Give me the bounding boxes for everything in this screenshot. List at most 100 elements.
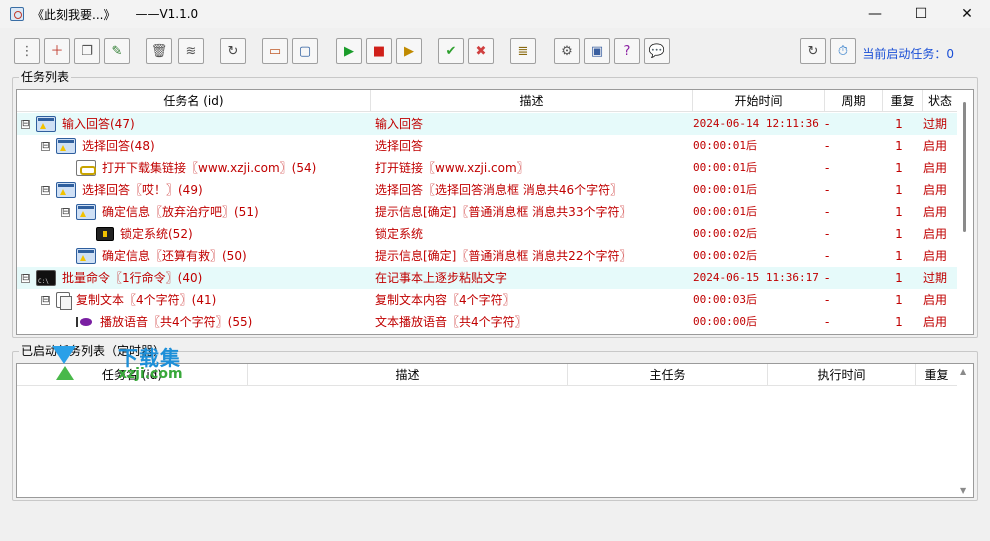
task-list-scroll-thumb[interactable] bbox=[963, 102, 966, 232]
task-row[interactable]: ⊟ 确定信息〖放弃治疗吧〗(51) 提示信息[确定]〖普通消息框 消息共33个字符〗… bbox=[17, 201, 958, 223]
window-small-icon: ▭ bbox=[268, 43, 282, 59]
link-task-icon bbox=[76, 160, 96, 176]
window-version: ——V1.1.0 bbox=[135, 7, 199, 21]
task-row[interactable]: 锁定系统(52) 锁定系统 00:00:02后 - 1 启用 bbox=[17, 223, 958, 245]
active-task-label: 当前启动任务： bbox=[862, 47, 947, 61]
task-cycle: - bbox=[825, 139, 830, 153]
win-task-icon bbox=[36, 116, 56, 132]
started-column-header[interactable]: 主任务 bbox=[568, 364, 768, 386]
task-name: 锁定系统(52) bbox=[120, 227, 193, 241]
task-start-time: 00:00:01后 bbox=[693, 161, 757, 174]
refresh-icon: ↻ bbox=[227, 43, 239, 59]
reload-icon: ↻ bbox=[807, 43, 819, 59]
task-repeat: 1 bbox=[895, 315, 903, 329]
task-row[interactable]: ⊟ 输入回答(47) 输入回答 2024-06-14 12:11:36- 1 过期 bbox=[17, 113, 958, 135]
task-repeat: 1 bbox=[895, 249, 903, 263]
started-column-header[interactable]: 执行时间 bbox=[768, 364, 916, 386]
task-cycle: - bbox=[825, 161, 830, 175]
task-start-time: 2024-06-15 11:36:17 bbox=[693, 271, 819, 284]
task-status: 启用 bbox=[923, 139, 948, 153]
task-status: 启用 bbox=[923, 183, 948, 197]
reload-button[interactable]: ↻ bbox=[800, 38, 826, 64]
task-row[interactable]: ⊟ 选择回答(48) 选择回答 00:00:01后 - 1 启用 bbox=[17, 135, 958, 157]
new-task-button[interactable]: ⋮ bbox=[14, 38, 40, 64]
started-column-header[interactable]: 重复 bbox=[916, 364, 958, 386]
watermark-logo: 下载集 xzji.com bbox=[52, 342, 192, 386]
tree-expander-icon[interactable]: ⊟ bbox=[21, 119, 30, 129]
copy-task-icon: ❐ bbox=[81, 43, 93, 59]
disable-button[interactable]: ✖ bbox=[468, 38, 494, 64]
run-icon: ▶ bbox=[344, 43, 354, 59]
task-column-header[interactable]: 描述 bbox=[371, 90, 693, 112]
task-start-time: 00:00:02后 bbox=[693, 249, 757, 262]
window-small-button[interactable]: ▭ bbox=[262, 38, 288, 64]
task-column-header[interactable]: 开始时间 bbox=[693, 90, 825, 112]
copy-task-button[interactable]: ❐ bbox=[74, 38, 100, 64]
window-large-button[interactable]: ▢ bbox=[292, 38, 318, 64]
log-icon: ≣ bbox=[517, 43, 529, 59]
watermark-icon bbox=[52, 346, 78, 380]
maximize-button[interactable]: ☐ bbox=[898, 0, 944, 28]
copy-task-icon bbox=[56, 292, 72, 310]
chat-button[interactable]: 💬 bbox=[644, 38, 670, 64]
tree-expander-icon[interactable]: ⊟ bbox=[41, 185, 50, 195]
task-cycle: - bbox=[825, 249, 830, 263]
tree-expander-icon[interactable]: ⊟ bbox=[41, 141, 50, 151]
task-cycle: - bbox=[825, 183, 830, 197]
task-description: 在记事本上逐步粘贴文字 bbox=[375, 271, 508, 285]
run-button[interactable]: ▶ bbox=[336, 38, 362, 64]
scroll-up-icon[interactable]: ▲ bbox=[960, 367, 966, 376]
task-row[interactable]: ⊟ 批量命令〖1行命令〗(40) 在记事本上逐步粘贴文字 2024-06-15 11:… bbox=[17, 267, 958, 289]
task-status: 启用 bbox=[923, 161, 948, 175]
started-column-header[interactable]: 描述 bbox=[248, 364, 568, 386]
about-button[interactable]: ▣ bbox=[584, 38, 610, 64]
task-name: 选择回答(48) bbox=[82, 139, 155, 153]
timer-button[interactable]: ⏱ bbox=[830, 38, 856, 64]
task-status: 过期 bbox=[923, 271, 948, 285]
stop-button[interactable]: ■ bbox=[366, 38, 392, 64]
delete-button[interactable]: 🗑 bbox=[146, 38, 172, 64]
task-name-cell: 打开下载集链接〖www.xzji.com〗(54) bbox=[17, 157, 371, 179]
task-row[interactable]: 打开下载集链接〖www.xzji.com〗(54) 打开链接〖www.xzji.c… bbox=[17, 157, 958, 179]
task-list-title: 任务列表 bbox=[19, 70, 72, 84]
close-button[interactable]: ✕ bbox=[944, 0, 990, 28]
task-start-time: 2024-06-14 12:11:36 bbox=[693, 117, 819, 130]
app-icon bbox=[10, 7, 24, 21]
task-column-header[interactable]: 重复 bbox=[883, 90, 923, 112]
task-description: 复制文本内容〖4个字符〗 bbox=[375, 293, 515, 307]
add-task-button[interactable]: ＋ bbox=[44, 38, 70, 64]
edit-task-icon: ✎ bbox=[111, 43, 123, 59]
tree-expander-icon[interactable]: ⊟ bbox=[41, 295, 50, 305]
task-start-time: 00:00:01后 bbox=[693, 139, 757, 152]
task-repeat: 1 bbox=[895, 293, 903, 307]
disable-icon: ✖ bbox=[475, 43, 487, 59]
task-cycle: - bbox=[825, 205, 830, 219]
tree-expander-icon[interactable]: ⊟ bbox=[21, 273, 30, 283]
scroll-down-icon[interactable]: ▼ bbox=[960, 486, 966, 495]
log-button[interactable]: ≣ bbox=[510, 38, 536, 64]
win-task-icon bbox=[56, 182, 76, 198]
task-column-header[interactable]: 状态 bbox=[923, 90, 958, 112]
tree-expander-icon[interactable]: ⊟ bbox=[61, 207, 70, 217]
help-button[interactable]: ? bbox=[614, 38, 640, 64]
refresh-button[interactable]: ↻ bbox=[220, 38, 246, 64]
task-row[interactable]: ⊟ 选择回答〖哎！〗(49) 选择回答〖选择回答消息框 消息共46个字符〗 00:00… bbox=[17, 179, 958, 201]
edit-task-button[interactable]: ✎ bbox=[104, 38, 130, 64]
clear-button[interactable]: ≋ bbox=[178, 38, 204, 64]
started-list-scrollbar[interactable]: ▲ ▼ bbox=[957, 364, 973, 497]
task-row[interactable]: 播放语音〖共4个字符〗(55) 文本播放语音〖共4个字符〗 00:00:00后 - 1 启… bbox=[17, 311, 958, 333]
task-list-table[interactable]: 任务名 (id) 描述 开始时间 周期 重复 状态 ⊟ 输入回答(47) 输入回答 2024-0… bbox=[16, 89, 974, 335]
task-row[interactable]: ⊟ 复制文本〖4个字符〗(41) 复制文本内容〖4个字符〗 00:00:03后 - 1 启用 bbox=[17, 289, 958, 311]
watermark-url: xzji.com bbox=[118, 366, 183, 382]
task-column-header[interactable]: 任务名 (id) bbox=[17, 90, 371, 112]
task-description: 选择回答〖选择回答消息框 消息共46个字符〗 bbox=[375, 183, 623, 197]
title-bar: 《此刻我要...》 ——V1.1.0 — ☐ ✕ bbox=[0, 0, 990, 28]
task-list-scrollbar[interactable] bbox=[957, 90, 973, 334]
enable-button[interactable]: ✔ bbox=[438, 38, 464, 64]
run-selected-button[interactable]: ▶ bbox=[396, 38, 422, 64]
task-column-header[interactable]: 周期 bbox=[825, 90, 883, 112]
settings-button[interactable]: ⚙ bbox=[554, 38, 580, 64]
task-row[interactable]: 确定信息〖还算有救〗(50) 提示信息[确定]〖普通消息框 消息共22个字符〗 00… bbox=[17, 245, 958, 267]
task-name-cell: ⊟ 批量命令〖1行命令〗(40) bbox=[17, 267, 371, 289]
minimize-button[interactable]: — bbox=[852, 0, 898, 28]
